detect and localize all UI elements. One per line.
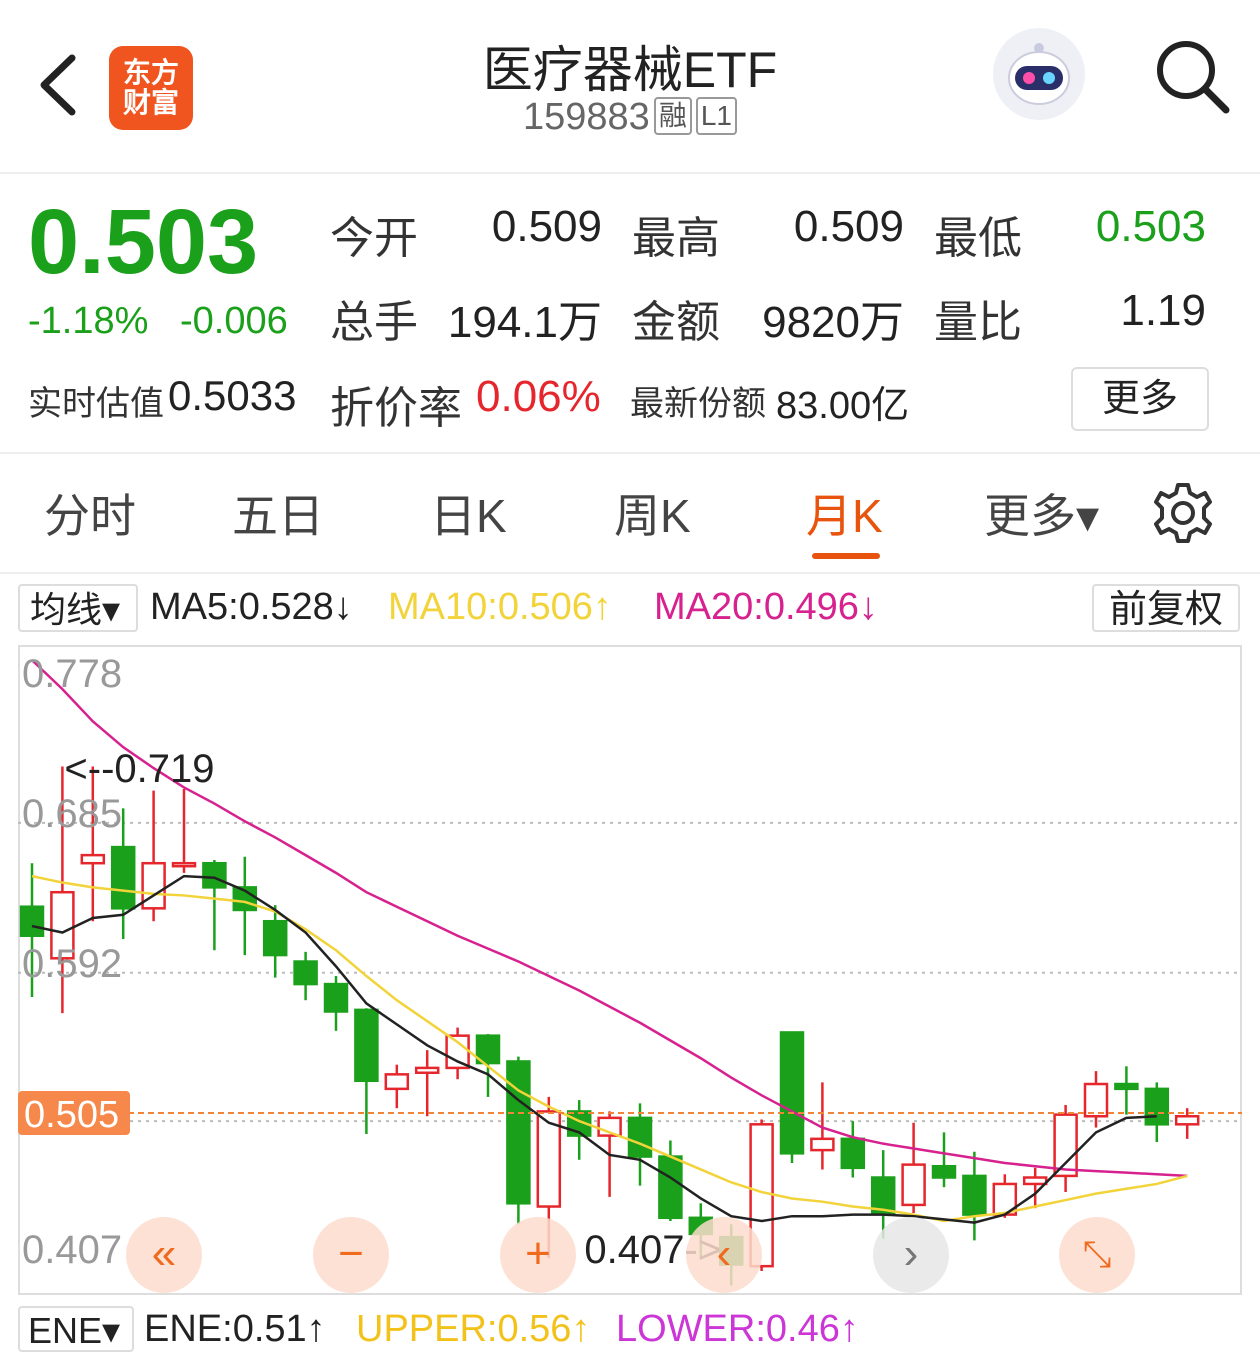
candle-body — [1174, 1115, 1200, 1126]
top-bar: 东方 财富 医疗器械ETF 159883 融 L1 — [0, 0, 1260, 174]
fund-code: 159883 — [523, 96, 650, 138]
shares-label: 最新份额 — [630, 385, 766, 423]
scroll-left-icon[interactable]: ‹ — [686, 1217, 762, 1293]
more-quote-button[interactable]: 更多 — [1071, 367, 1209, 431]
logo-line-1: 东方 — [122, 57, 179, 88]
candle-body — [384, 1073, 410, 1091]
fullscreen-icon[interactable]: ⤡ — [1059, 1217, 1135, 1293]
fund-title: 医疗器械ETF — [482, 42, 778, 98]
y-tick-label: 0.778 — [22, 652, 122, 696]
candle-body — [354, 1008, 379, 1083]
ma5-value: MA5:0.528↓ — [150, 586, 353, 628]
scroll-right-icon[interactable]: › — [873, 1217, 949, 1293]
ma20-value: MA20:0.496↓ — [654, 586, 878, 628]
tab-monthly-k[interactable]: 月K — [806, 480, 883, 546]
candle-body — [110, 845, 136, 910]
open-label: 今开 — [330, 214, 418, 263]
volume-ratio-label: 量比 — [934, 298, 1022, 347]
candle-body — [80, 853, 106, 865]
low-value: 0.503 — [1095, 202, 1206, 251]
ene-value: ENE:0.51↑ — [144, 1308, 326, 1350]
volume-ratio-value: 1.19 — [1120, 286, 1206, 335]
open-value: 0.509 — [491, 202, 602, 251]
candle-body — [171, 861, 197, 868]
robot-assistant-icon[interactable] — [993, 28, 1085, 120]
ene-lower-value: LOWER:0.46↑ — [616, 1308, 859, 1350]
ma10-value: MA10:0.506↑ — [388, 586, 612, 628]
logo-line-2: 财富 — [122, 87, 179, 118]
margin-tag: 融 — [653, 97, 692, 135]
y-tick-label: 0.685 — [22, 792, 122, 836]
zoom-in-icon[interactable]: + — [500, 1217, 576, 1293]
level-tag: L1 — [695, 97, 737, 135]
volume-label: 总手 — [330, 298, 418, 347]
tab-daily-k[interactable]: 日K — [430, 480, 507, 546]
ene-selector[interactable]: ENE▾ — [18, 1306, 134, 1352]
candle-body — [779, 1031, 805, 1155]
active-tab-indicator — [812, 553, 880, 559]
candle-body — [962, 1174, 987, 1216]
tab-intraday[interactable]: 分时 — [44, 480, 136, 546]
candle-body — [627, 1116, 653, 1158]
high-label: 最高 — [632, 214, 720, 263]
iopv-label: 实时估值 — [28, 385, 164, 423]
ma-selector[interactable]: 均线▾ — [18, 584, 138, 632]
change-amount: -0.006 — [180, 300, 288, 342]
low-label: 最低 — [934, 214, 1022, 263]
kline-chart[interactable]: 0.7780.6850.5920.5000.4070.505<--0.7190.… — [18, 645, 1242, 1295]
tab-weekly-k[interactable]: 周K — [614, 480, 691, 546]
candle-body — [1083, 1082, 1109, 1118]
search-icon[interactable] — [1152, 36, 1232, 116]
last-price: 0.503 — [28, 191, 259, 293]
current-price-label: 0.505 — [24, 1094, 119, 1136]
fund-code-line: 159883 融 L1 — [380, 96, 880, 139]
candle-body — [19, 905, 45, 937]
ma5-line — [31, 874, 1157, 1224]
ma20-line — [31, 659, 1188, 1178]
amount-value: 9820万 — [762, 298, 904, 347]
candle-body — [445, 1034, 470, 1070]
ene-upper-value: UPPER:0.56↑ — [356, 1308, 591, 1350]
candle-body — [262, 919, 288, 957]
tab-five-day[interactable]: 五日 — [232, 480, 324, 546]
max-price-annotation: <--0.719 — [64, 747, 214, 791]
candle-body — [323, 982, 349, 1013]
forward-adjust-button[interactable]: 前复权 — [1092, 584, 1240, 632]
y-tick-label: 0.407 — [22, 1228, 122, 1272]
change-percent: -1.18% — [28, 300, 149, 342]
candle-body — [901, 1163, 926, 1207]
back-arrow-icon[interactable] — [30, 50, 90, 120]
divider — [0, 452, 1260, 454]
candle-body — [810, 1137, 835, 1152]
candle-body — [293, 960, 318, 986]
iopv-value: 0.5033 — [168, 372, 297, 419]
scroll-left-fast-icon[interactable]: « — [126, 1217, 202, 1293]
discount-value: 0.06% — [476, 372, 601, 421]
app-logo[interactable]: 东方 财富 — [109, 46, 193, 130]
shares-value: 83.00亿 — [776, 385, 910, 427]
candle-body — [1114, 1082, 1139, 1091]
amount-label: 金额 — [632, 298, 720, 347]
y-tick-label: 0.592 — [22, 942, 122, 986]
candle-body — [840, 1137, 866, 1170]
divider — [0, 572, 1260, 574]
candle-body — [658, 1155, 683, 1220]
tab-more[interactable]: 更多▾ — [984, 480, 1099, 546]
high-value: 0.509 — [793, 202, 904, 251]
candle-body — [1022, 1176, 1048, 1186]
candle-body — [414, 1066, 440, 1074]
candle-body — [870, 1176, 896, 1215]
candle-body — [202, 861, 227, 889]
candle-body — [1144, 1087, 1170, 1126]
candle-body — [931, 1164, 957, 1179]
volume-value: 194.1万 — [447, 298, 602, 347]
candle-body — [506, 1060, 531, 1205]
discount-label: 折价率 — [330, 384, 462, 433]
candle-body — [1053, 1113, 1078, 1178]
zoom-out-icon[interactable]: − — [313, 1217, 389, 1293]
gear-icon[interactable] — [1150, 480, 1216, 546]
